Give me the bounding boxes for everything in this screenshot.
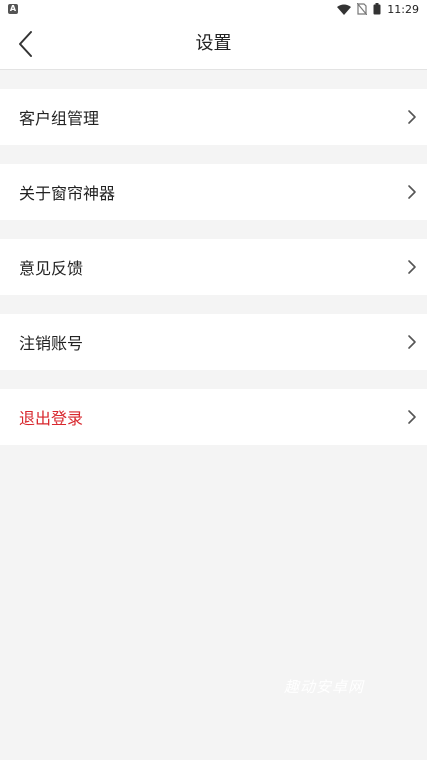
- status-right: 11:29: [337, 3, 419, 16]
- menu-label: 退出登录: [19, 409, 84, 428]
- menu-label: 关于窗帘神器: [19, 184, 116, 203]
- no-sim-icon: [357, 3, 368, 15]
- chevron-right-icon: [407, 109, 417, 125]
- menu-item-delete-account[interactable]: 注销账号: [0, 314, 427, 370]
- status-bar: A 11:29: [0, 0, 427, 18]
- battery-icon: [373, 3, 381, 15]
- menu-label: 客户组管理: [19, 109, 100, 128]
- header-bar: 设置: [0, 18, 427, 70]
- wifi-icon: [337, 4, 352, 15]
- back-button[interactable]: [8, 26, 42, 62]
- menu-item-feedback[interactable]: 意见反馈: [0, 239, 427, 295]
- watermark: 趣动安卓网: [284, 678, 365, 696]
- menu-item-about[interactable]: 关于窗帘神器: [0, 164, 427, 220]
- status-time: 11:29: [387, 2, 419, 16]
- status-left: A: [8, 4, 18, 14]
- notification-a-icon: A: [8, 4, 18, 14]
- chevron-right-icon: [407, 334, 417, 350]
- menu-item-logout[interactable]: 退出登录: [0, 389, 427, 445]
- menu-item-customer-groups[interactable]: 客户组管理: [0, 89, 427, 145]
- chevron-right-icon: [407, 259, 417, 275]
- chevron-right-icon: [407, 184, 417, 200]
- page-title: 设置: [195, 33, 232, 54]
- settings-screen: A 11:29 设置 客户组管理 关于窗帘神器 意见反馈 注销账号 退出登录 趣…: [0, 0, 427, 760]
- menu-label: 注销账号: [19, 334, 84, 353]
- chevron-right-icon: [407, 409, 417, 425]
- back-arrow-icon: [19, 31, 32, 57]
- menu-label: 意见反馈: [19, 259, 84, 278]
